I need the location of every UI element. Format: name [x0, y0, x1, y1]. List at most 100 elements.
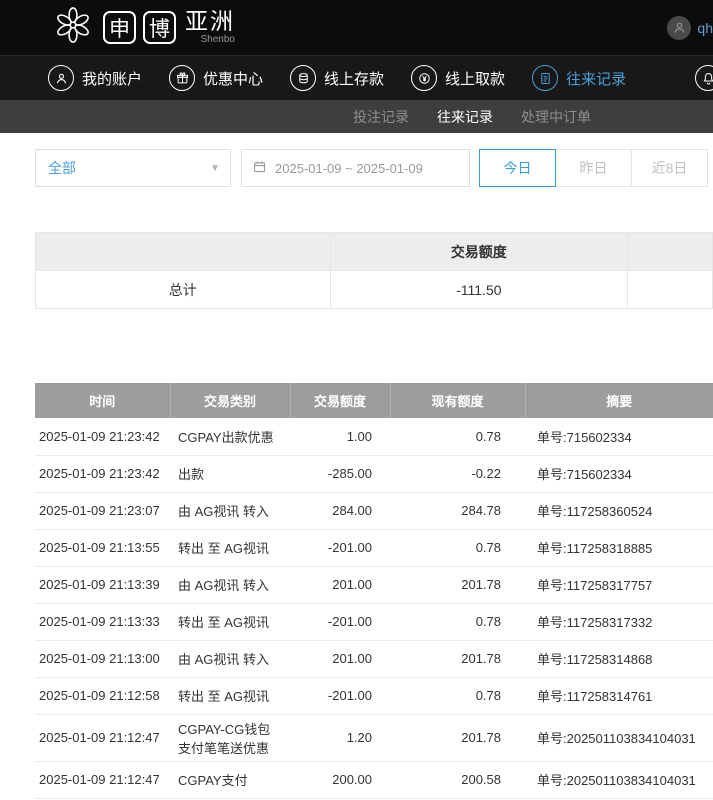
- cell-time: 2025-01-09 21:12:47: [35, 761, 170, 798]
- cell-amount: 284.00: [290, 492, 390, 529]
- cell-time: 2025-01-09 21:13:55: [35, 529, 170, 566]
- cell-type: 出款: [170, 455, 290, 492]
- cell-note: 单号:117258318885: [525, 529, 713, 566]
- nav-item-label: 往来记录: [566, 68, 626, 89]
- date-range-value: 2025-01-09 ~ 2025-01-09: [275, 161, 423, 176]
- table-row: 2025-01-09 21:13:33 转出 至 AG视讯 -201.00 0.…: [35, 603, 713, 640]
- last-8-days-button[interactable]: 近8日: [631, 149, 708, 187]
- cell-amount: 201.00: [290, 640, 390, 677]
- tab-pending-orders[interactable]: 处理中订单: [521, 107, 591, 127]
- nav-item-my-account[interactable]: 我的账户: [48, 65, 142, 91]
- calendar-icon: [252, 159, 267, 177]
- cell-balance: 201.78: [390, 566, 525, 603]
- cell-balance: 284.78: [390, 492, 525, 529]
- main-nav: 我的账户 优惠中心 线上存款 线上取款: [0, 55, 713, 100]
- summary-total-label: 总计: [36, 271, 331, 309]
- cell-time: 2025-01-09 21:23:42: [35, 418, 170, 455]
- col-header-amount: 交易额度: [290, 383, 390, 418]
- cell-note: 单号:117258317332: [525, 603, 713, 640]
- table-row: 2025-01-09 21:12:47 CGPAY-CG钱包支付笔笔送优惠 1.…: [35, 714, 713, 761]
- cell-note: 单号:715602334: [525, 455, 713, 492]
- cell-balance: 0.78: [390, 677, 525, 714]
- cell-note: 单号:117258314868: [525, 640, 713, 677]
- chevron-down-icon: ▼: [210, 163, 220, 174]
- transaction-type-select[interactable]: 全部 ▼: [35, 149, 231, 187]
- table-row: 2025-01-09 21:13:55 转出 至 AG视讯 -201.00 0.…: [35, 529, 713, 566]
- cell-amount: 201.00: [290, 566, 390, 603]
- gift-icon: [169, 65, 195, 91]
- nav-item-label: 我的账户: [82, 68, 142, 89]
- cell-balance: 0.78: [390, 529, 525, 566]
- summary-total-cut: [628, 271, 713, 309]
- filter-bar: 全部 ▼ 2025-01-09 ~ 2025-01-09 今日 昨日 近8日: [35, 149, 713, 187]
- nav-item-promotions[interactable]: 优惠中心: [169, 65, 263, 91]
- brand-region: 亚洲 Shenbo: [185, 10, 235, 45]
- cell-time: 2025-01-09 21:12:58: [35, 677, 170, 714]
- nav-item-label: 线上取款: [445, 68, 505, 89]
- cell-time: 2025-01-09 21:23:42: [35, 455, 170, 492]
- withdraw-coin-icon: [411, 65, 437, 91]
- cell-note: 单号:202501103834104031: [525, 714, 713, 761]
- nav-item-withdraw[interactable]: 线上取款: [411, 65, 505, 91]
- user-icon: [48, 65, 74, 91]
- records-header-row: 时间 交易类别 交易额度 现有额度 摘要: [35, 383, 713, 418]
- yesterday-button[interactable]: 昨日: [555, 149, 632, 187]
- cell-amount: 200.00: [290, 761, 390, 798]
- quick-date-buttons: 今日 昨日 近8日: [480, 149, 708, 187]
- avatar-icon: [667, 16, 691, 40]
- summary-total-row: 总计 -111.50: [36, 271, 713, 309]
- tab-transaction-records[interactable]: 往来记录: [437, 107, 493, 127]
- cell-balance: 201.78: [390, 640, 525, 677]
- summary-header-amount: 交易额度: [330, 233, 628, 271]
- cell-type: 转出 至 AG视讯: [170, 603, 290, 640]
- cell-note: 单号:715602334: [525, 418, 713, 455]
- cell-amount: -201.00: [290, 677, 390, 714]
- nav-item-deposit[interactable]: 线上存款: [290, 65, 384, 91]
- transaction-type-value: 全部: [48, 158, 76, 178]
- cell-type: 由 AG视讯 转入: [170, 640, 290, 677]
- table-row: 2025-01-09 21:23:42 CGPAY出款优惠 1.00 0.78 …: [35, 418, 713, 455]
- cell-type: 转出 至 AG视讯: [170, 677, 290, 714]
- summary-table: 交易额度 总计 -111.50: [35, 232, 713, 309]
- table-row: 2025-01-09 21:13:00 由 AG视讯 转入 201.00 201…: [35, 640, 713, 677]
- cell-note: 单号:117258360524: [525, 492, 713, 529]
- col-header-balance: 现有额度: [390, 383, 525, 418]
- tab-betting-records[interactable]: 投注记录: [353, 107, 409, 127]
- cell-amount: 1.00: [290, 418, 390, 455]
- cell-balance: 201.78: [390, 714, 525, 761]
- summary-header-empty: [36, 233, 331, 271]
- cell-type: 由 AG视讯 转入: [170, 566, 290, 603]
- cell-amount: -201.00: [290, 529, 390, 566]
- cell-note: 单号:202501103834104031: [525, 761, 713, 798]
- coins-icon: [290, 65, 316, 91]
- notifications-button[interactable]: [695, 65, 713, 91]
- nav-item-transaction-records[interactable]: 往来记录: [532, 65, 626, 91]
- cell-note: 单号:117258317757: [525, 566, 713, 603]
- flower-logo-icon: [52, 4, 94, 51]
- bell-icon: [695, 65, 713, 91]
- cell-time: 2025-01-09 21:13:00: [35, 640, 170, 677]
- cell-time: 2025-01-09 21:23:07: [35, 492, 170, 529]
- summary-total-value: -111.50: [330, 271, 628, 309]
- document-icon: [532, 65, 558, 91]
- cell-amount: -201.00: [290, 603, 390, 640]
- cell-note: 单号:117258314761: [525, 677, 713, 714]
- cell-time: 2025-01-09 21:13:33: [35, 603, 170, 640]
- nav-item-label: 线上存款: [324, 68, 384, 89]
- table-row: 2025-01-09 21:12:47 CGPAY支付 200.00 200.5…: [35, 761, 713, 798]
- cell-balance: 0.78: [390, 603, 525, 640]
- cell-amount: -285.00: [290, 455, 390, 492]
- cell-time: 2025-01-09 21:12:47: [35, 714, 170, 761]
- table-row: 2025-01-09 21:12:58 转出 至 AG视讯 -201.00 0.…: [35, 677, 713, 714]
- cell-type: 转出 至 AG视讯: [170, 529, 290, 566]
- date-range-input[interactable]: 2025-01-09 ~ 2025-01-09: [241, 149, 470, 187]
- col-header-time: 时间: [35, 383, 170, 418]
- cell-balance: 0.78: [390, 418, 525, 455]
- brand-char-2: 博: [143, 11, 176, 44]
- summary-header-row: 交易额度: [36, 233, 713, 271]
- user-account[interactable]: qh: [667, 16, 713, 40]
- today-button[interactable]: 今日: [479, 149, 556, 187]
- cell-balance: 200.58: [390, 761, 525, 798]
- nav-item-label: 优惠中心: [203, 68, 263, 89]
- records-subnav: 投注记录 往来记录 处理中订单: [0, 100, 713, 133]
